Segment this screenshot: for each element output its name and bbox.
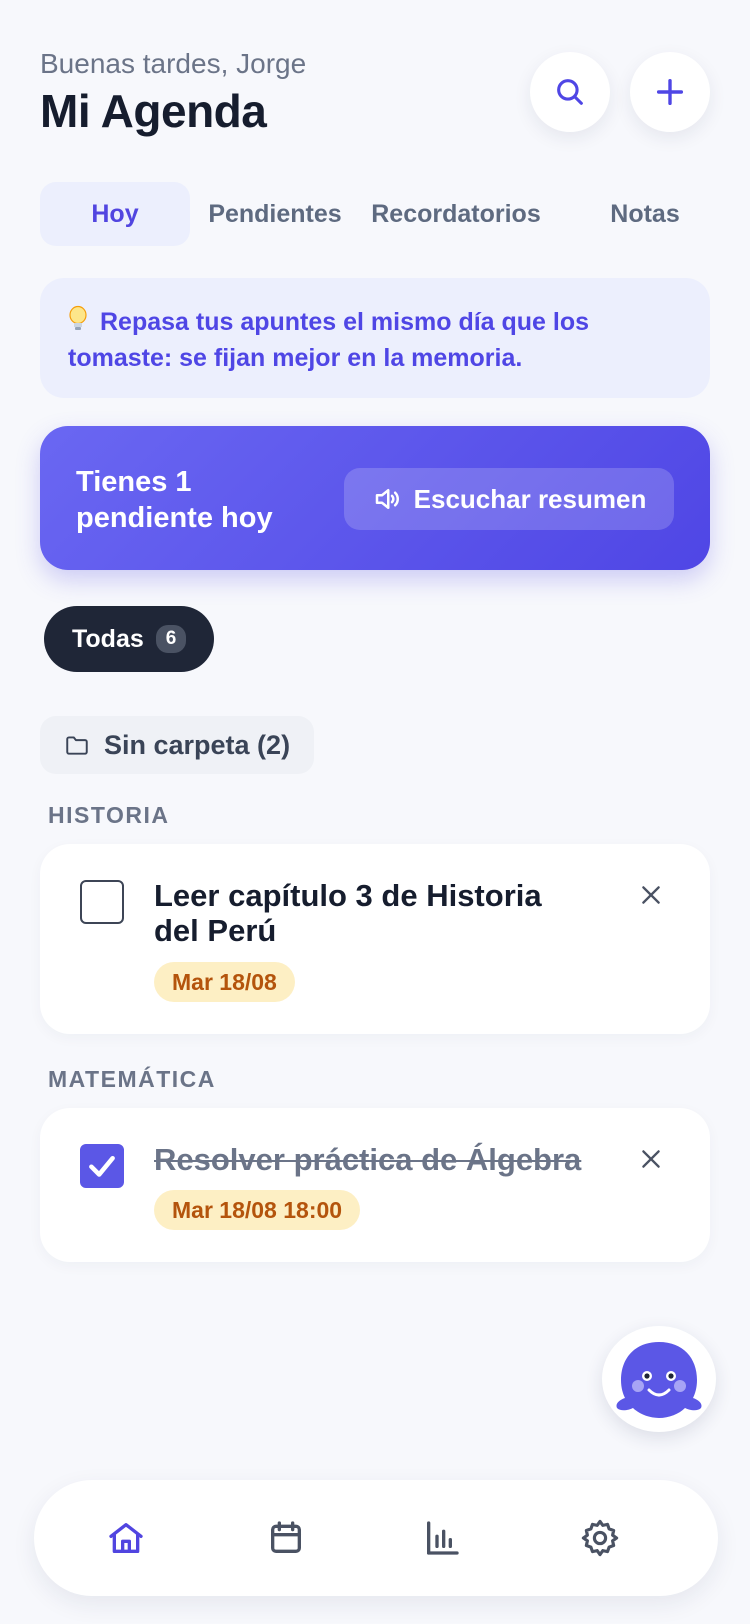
plus-icon <box>656 78 684 106</box>
add-button[interactable] <box>630 52 710 132</box>
tab-recordatorios[interactable]: Recordatorios <box>364 182 548 246</box>
section-label-historia: HISTORIA <box>48 802 170 828</box>
task-title: Resolver práctica de Álgebra <box>154 1142 582 1177</box>
settings-icon <box>581 1519 619 1557</box>
search-icon <box>557 79 583 105</box>
speaker-icon <box>375 489 399 509</box>
greeting: Buenas tardes, Jorge <box>40 48 307 79</box>
filter-label: Todas <box>72 624 144 653</box>
delete-task-button[interactable] <box>636 1144 666 1174</box>
filter-count-badge: 6 <box>155 625 187 653</box>
section-label-matematica: MATEMÁTICA <box>48 1066 216 1092</box>
task-checkbox-checked[interactable] <box>80 1144 124 1188</box>
tab-hoy[interactable]: Hoy <box>40 182 190 246</box>
task-date-badge: Mar 18/08 <box>154 962 295 1002</box>
search-button[interactable] <box>530 52 610 132</box>
mascot-icon <box>616 1342 702 1418</box>
task-card: Resolver práctica de Álgebra Mar 18/08 1… <box>40 1108 710 1262</box>
folder-icon <box>66 736 88 755</box>
close-icon <box>642 886 660 904</box>
tip-card: Repasa tus apuntes el mismo día que los … <box>40 278 710 398</box>
tab-notas[interactable]: Notas <box>580 182 710 246</box>
calendar-icon <box>271 1521 301 1553</box>
filter-all-chip[interactable]: Todas 6 <box>44 606 215 672</box>
close-icon <box>642 1150 660 1168</box>
nav-home[interactable] <box>104 1516 148 1560</box>
pending-summary: Tienes 1 pendiente hoy <box>76 466 273 534</box>
listen-summary-button[interactable]: Escuchar resumen <box>344 468 674 530</box>
assistant-button[interactable] <box>602 1326 716 1432</box>
task-date-badge: Mar 18/08 18:00 <box>154 1190 361 1230</box>
tab-bar: Hoy Pendientes Recordatorios Notas <box>40 182 710 246</box>
checkmark-icon <box>89 1155 115 1177</box>
task-card: Leer capítulo 3 de Historia del Perú Mar… <box>40 844 710 1034</box>
tab-pendientes[interactable]: Pendientes <box>200 182 350 246</box>
listen-summary-label: Escuchar resumen <box>413 483 647 514</box>
stats-icon <box>427 1521 459 1555</box>
task-checkbox[interactable] <box>80 880 124 924</box>
folder-chip[interactable]: Sin carpeta (2) <box>40 716 315 774</box>
tip-text: Repasa tus apuntes el mismo día que los … <box>68 308 590 372</box>
nav-calendar[interactable] <box>264 1516 308 1560</box>
home-icon <box>109 1523 143 1553</box>
summary-banner: Tienes 1 pendiente hoy Escuchar resumen <box>40 426 710 570</box>
delete-task-button[interactable] <box>636 880 666 910</box>
page-title: Mi Agenda <box>40 85 267 137</box>
nav-stats[interactable] <box>420 1516 464 1560</box>
bottom-nav <box>34 1480 718 1596</box>
header: Buenas tardes, Jorge Mi Agenda <box>40 48 306 138</box>
folder-label: Sin carpeta (2) <box>104 729 291 760</box>
task-title: Leer capítulo 3 de Historia del Perú <box>154 878 542 948</box>
nav-settings[interactable] <box>578 1516 622 1560</box>
lightbulb-icon <box>69 305 87 330</box>
